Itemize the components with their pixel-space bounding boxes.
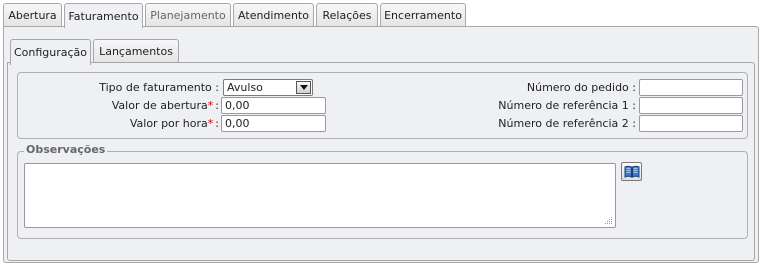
- tab-planejamento[interactable]: Planejamento: [145, 3, 231, 27]
- tab-abertura[interactable]: Abertura: [3, 3, 62, 27]
- tipo-faturamento-select[interactable]: Avulso: [223, 78, 313, 96]
- valor-abertura-label: Valor de abertura*:: [111, 98, 219, 112]
- tab-faturamento[interactable]: Faturamento: [64, 3, 143, 28]
- observacoes-legend: Observações: [24, 143, 108, 156]
- ref2-row: Número de referência 2 :: [438, 114, 743, 132]
- book-button[interactable]: [621, 162, 642, 181]
- tab-configuracao[interactable]: Configuração: [10, 39, 91, 65]
- tipo-faturamento-row: Tipo de faturamento : Avulso: [22, 78, 313, 96]
- ref1-label: Número de referência 1 :: [498, 98, 636, 112]
- chevron-down-icon[interactable]: [296, 80, 311, 94]
- tab-atendimento[interactable]: Atendimento: [233, 3, 314, 27]
- numero-pedido-input[interactable]: [639, 78, 743, 96]
- ref2-label: Número de referência 2 :: [498, 116, 636, 130]
- observacoes-fieldset: Observações: [17, 143, 748, 239]
- tipo-faturamento-value: Avulso: [227, 80, 263, 94]
- valor-abertura-input[interactable]: 0,00: [221, 96, 326, 114]
- observacoes-textarea[interactable]: [24, 163, 616, 228]
- tab-relacoes[interactable]: Relações: [316, 3, 378, 27]
- valor-abertura-row: Valor de abertura*: 0,00: [22, 96, 326, 114]
- book-icon: [624, 165, 639, 178]
- tab-lancamentos[interactable]: Lançamentos: [93, 39, 179, 63]
- main-tab-bar: Abertura Faturamento Planejamento Atendi…: [3, 3, 759, 28]
- required-marker: *: [207, 116, 214, 130]
- numero-pedido-label: Número do pedido :: [526, 80, 636, 94]
- faturamento-panel: Configuração Lançamentos Tipo de faturam…: [3, 26, 759, 263]
- billing-fieldset: Tipo de faturamento : Avulso Valor de ab…: [17, 72, 748, 139]
- valor-hora-input[interactable]: 0,00: [221, 114, 326, 132]
- valor-hora-row: Valor por hora*: 0,00: [22, 114, 326, 132]
- sub-tab-bar: Configuração Lançamentos: [10, 39, 179, 65]
- valor-hora-label: Valor por hora*:: [129, 116, 219, 130]
- configuracao-panel: Tipo de faturamento : Avulso Valor de ab…: [7, 62, 755, 261]
- ref1-input[interactable]: [639, 96, 743, 114]
- required-marker: *: [207, 98, 214, 112]
- resize-grip-icon[interactable]: [605, 217, 613, 225]
- numero-pedido-row: Número do pedido :: [438, 78, 743, 96]
- tab-encerramento[interactable]: Encerramento: [380, 3, 466, 27]
- ref2-input[interactable]: [639, 114, 743, 132]
- ref1-row: Número de referência 1 :: [438, 96, 743, 114]
- tipo-faturamento-label: Tipo de faturamento :: [99, 80, 219, 94]
